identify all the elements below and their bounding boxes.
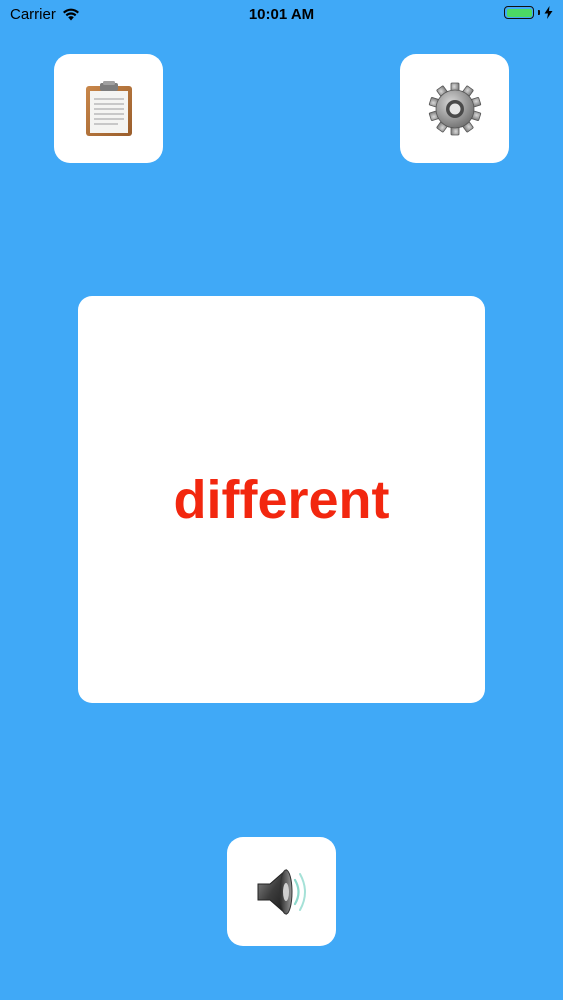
sound-button[interactable]	[227, 837, 336, 946]
speaker-icon	[257, 868, 306, 915]
gear-icon	[428, 82, 481, 135]
status-bar: Carrier 10:01 AM	[0, 0, 563, 30]
status-right	[504, 6, 553, 19]
battery-fill	[506, 8, 532, 17]
settings-button[interactable]	[400, 54, 509, 163]
charging-bolt-icon	[544, 6, 553, 19]
clipboard-icon	[85, 80, 132, 136]
word-text: different	[173, 469, 390, 530]
battery-nub	[538, 10, 540, 15]
clipboard-button[interactable]	[54, 54, 163, 163]
battery-icon	[504, 6, 534, 19]
word-card[interactable]: different	[78, 296, 485, 703]
status-time: 10:01 AM	[248, 6, 315, 23]
